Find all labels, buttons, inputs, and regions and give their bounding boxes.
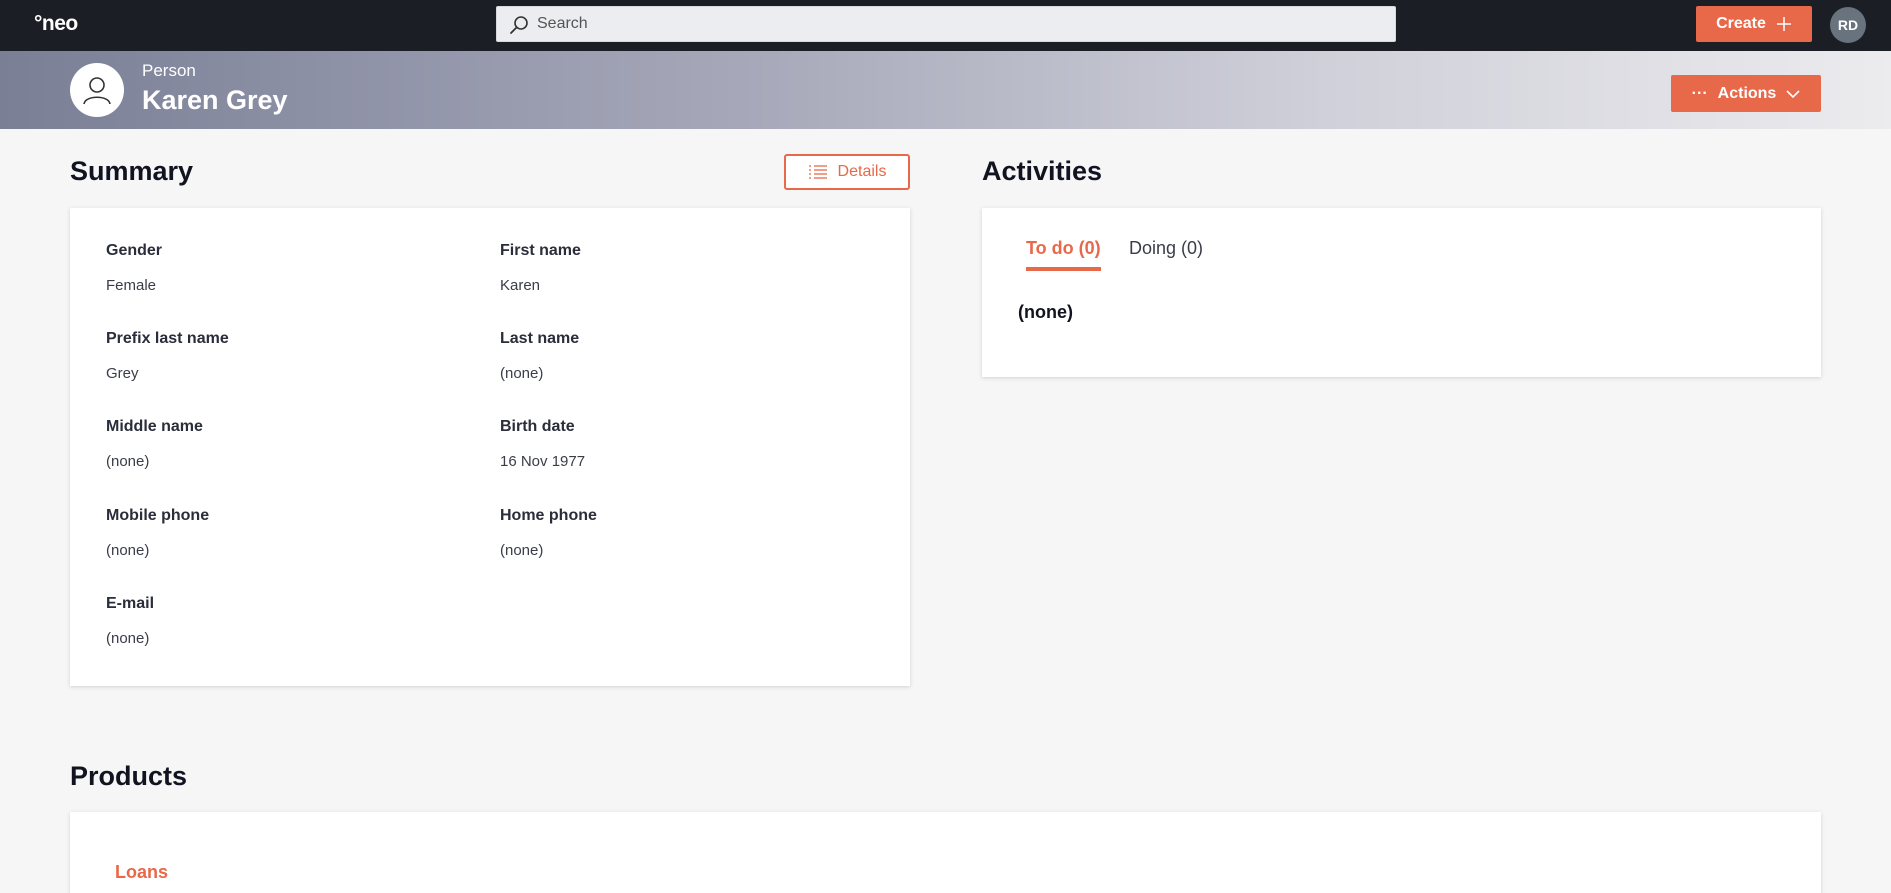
details-button[interactable]: Details — [784, 154, 910, 190]
entity-type: Person — [142, 61, 196, 80]
activities-card: To do (0) Doing (0) (none) — [982, 208, 1821, 377]
field-first-name: First name Karen — [500, 242, 860, 294]
field-value: Female — [106, 277, 157, 294]
neo-logo[interactable]: °neo — [34, 12, 78, 36]
field-value: (none) — [106, 453, 150, 470]
activities-empty-text: (none) — [1018, 302, 1073, 322]
field-label: Middle name — [106, 418, 203, 435]
field-home-phone: Home phone (none) — [500, 507, 860, 559]
details-button-label: Details — [837, 163, 887, 180]
field-label: Mobile phone — [106, 507, 210, 524]
search-box[interactable] — [496, 6, 1396, 42]
more-dots-icon: ··· — [1691, 84, 1708, 102]
create-button[interactable]: Create — [1696, 6, 1812, 42]
field-label: Birth date — [500, 418, 575, 435]
person-avatar — [70, 63, 124, 117]
field-value: (none) — [106, 630, 150, 647]
field-label: E-mail — [106, 595, 155, 612]
field-value: (none) — [500, 542, 544, 559]
entity-header: Person Karen Grey ··· Actions — [0, 51, 1891, 129]
field-label: Gender — [106, 242, 163, 259]
field-value: 16 Nov 1977 — [500, 453, 586, 470]
field-label: First name — [500, 242, 581, 259]
search-icon — [510, 16, 528, 34]
field-value: Karen — [500, 277, 541, 294]
chevron-down-icon — [1786, 89, 1800, 98]
field-birth-date: Birth date 16 Nov 1977 — [500, 418, 860, 470]
create-button-label: Create — [1716, 15, 1766, 32]
products-card: Loans — [70, 812, 1821, 893]
list-icon — [808, 165, 827, 179]
actions-button[interactable]: ··· Actions — [1671, 75, 1821, 112]
field-prefix-last-name: Prefix last name Grey — [106, 330, 466, 382]
field-mobile-phone: Mobile phone (none) — [106, 507, 466, 559]
field-value: Grey — [106, 365, 139, 382]
field-last-name: Last name (none) — [500, 330, 860, 382]
top-bar: °neo Create RD — [0, 0, 1891, 51]
tab-to-do[interactable]: To do (0) — [1026, 238, 1101, 271]
summary-card: Gender Female First name Karen Prefix la… — [70, 208, 910, 686]
field-value: (none) — [500, 365, 544, 382]
activities-title: Activities — [982, 156, 1103, 186]
field-label: Last name — [500, 330, 580, 347]
person-icon — [83, 77, 111, 105]
tab-doing[interactable]: Doing (0) — [1129, 238, 1203, 267]
search-input[interactable] — [537, 7, 1377, 41]
field-label: Prefix last name — [106, 330, 229, 347]
entity-name: Karen Grey — [142, 85, 288, 115]
plus-icon — [1776, 17, 1791, 31]
field-middle-name: Middle name (none) — [106, 418, 466, 470]
field-email: E-mail (none) — [106, 595, 466, 647]
summary-title: Summary — [70, 156, 194, 186]
loans-link[interactable]: Loans — [115, 862, 168, 883]
actions-button-label: Actions — [1717, 84, 1777, 102]
field-label: Home phone — [500, 507, 597, 524]
field-gender: Gender Female — [106, 242, 466, 294]
field-value: (none) — [106, 542, 150, 559]
user-avatar[interactable]: RD — [1830, 7, 1866, 43]
products-title: Products — [70, 761, 188, 791]
